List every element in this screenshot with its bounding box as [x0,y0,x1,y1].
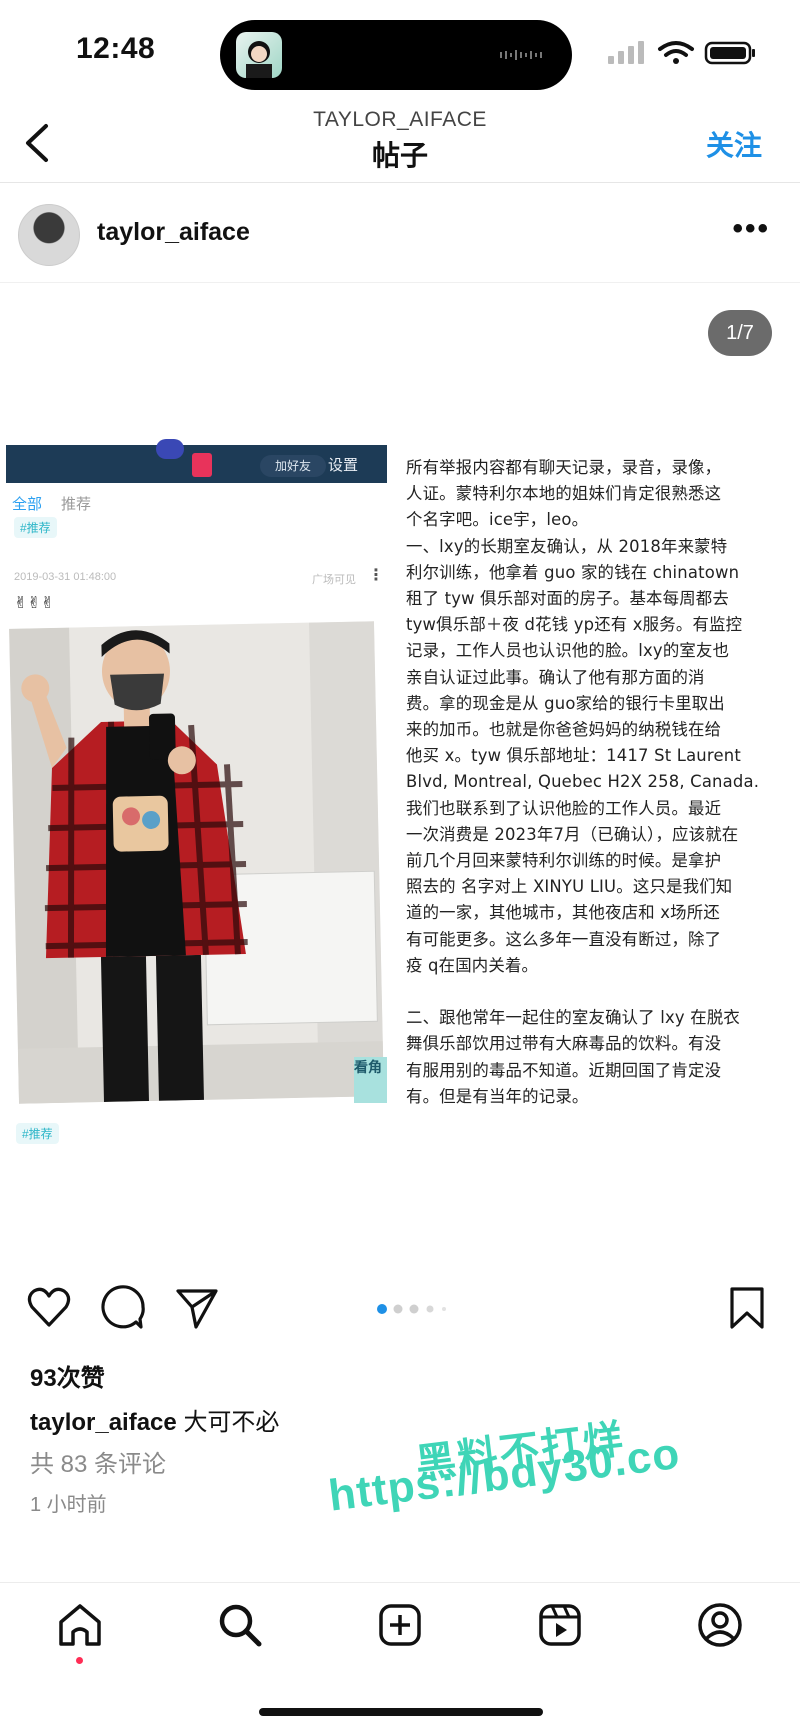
hashtag: #推荐 [14,517,57,538]
hashtag-bottom: #推荐 [16,1123,59,1144]
reels-icon[interactable] [535,1600,585,1650]
divider [0,182,800,183]
more-options-icon[interactable]: ••• [732,212,770,246]
embedded-screenshot: 加好友 设置 全部 推荐 #推荐 2019-03-31 01:48:00 广场可… [6,439,387,1165]
divider [0,282,800,283]
active-tab-dot [76,1657,83,1664]
caption: taylor_aiface 大可不必 [30,1402,279,1437]
search-icon[interactable] [215,1600,265,1650]
divider [0,1582,800,1583]
post-username[interactable]: taylor_aiface [97,218,250,247]
dynamic-island[interactable] [220,20,572,90]
more-icon: ⋮ [368,567,384,584]
now-playing-thumbnail [236,32,282,78]
status-icons [608,41,755,65]
page-title: 帖子 [371,140,428,171]
wifi-icon [658,41,694,57]
caption-username[interactable]: taylor_aiface [30,1409,177,1436]
audio-wave-icon [500,50,542,60]
post-date: 2019-03-31 01:48:00 [14,571,117,583]
nav-account-name: TAYLOR_AIFACE [313,108,487,131]
status-time: 12:48 [76,32,156,65]
create-post-icon[interactable] [375,1600,425,1650]
tab-all: 全部 [12,496,43,513]
avatar[interactable] [18,204,80,266]
follow-button[interactable]: 关注 [706,124,762,164]
screenshot-body-text: 所有举报内容都有聊天记录，录音，录像， 人证。蒙特利尔本地的姐妹们肯定很熟悉这 … [406,458,760,1106]
caption-text: 大可不必 [183,1409,280,1436]
home-icon[interactable] [55,1600,105,1650]
post-timestamp: 1 小时前 [30,1494,107,1516]
carousel-counter: 1/7 [708,310,772,356]
screenshot-badge [156,439,184,459]
settings-label: 设置 [328,457,359,474]
save-bookmark-icon[interactable] [724,1285,770,1331]
battery-icon [704,41,755,65]
cellular-signal-icon [608,41,644,64]
carousel-pagination-dots [377,1304,446,1314]
visibility-label: 广场可见 [312,574,356,586]
view-comments-link[interactable]: 共 83 条评论 [30,1444,166,1479]
like-count[interactable]: 93次赞 [30,1358,105,1393]
like-heart-icon[interactable] [26,1285,72,1331]
mirror-selfie-photo [9,621,384,1104]
sticker: 看角 [354,1057,387,1103]
emoji-row: ✌✌✌ [14,595,55,612]
share-send-icon[interactable] [174,1285,220,1331]
profile-icon[interactable] [695,1600,745,1650]
comment-bubble-icon[interactable] [100,1285,146,1331]
tab-recommend: 推荐 [61,496,92,513]
home-indicator[interactable] [259,1708,543,1716]
add-friend-button: 加好友 [260,455,326,477]
gift-icon [192,453,212,477]
